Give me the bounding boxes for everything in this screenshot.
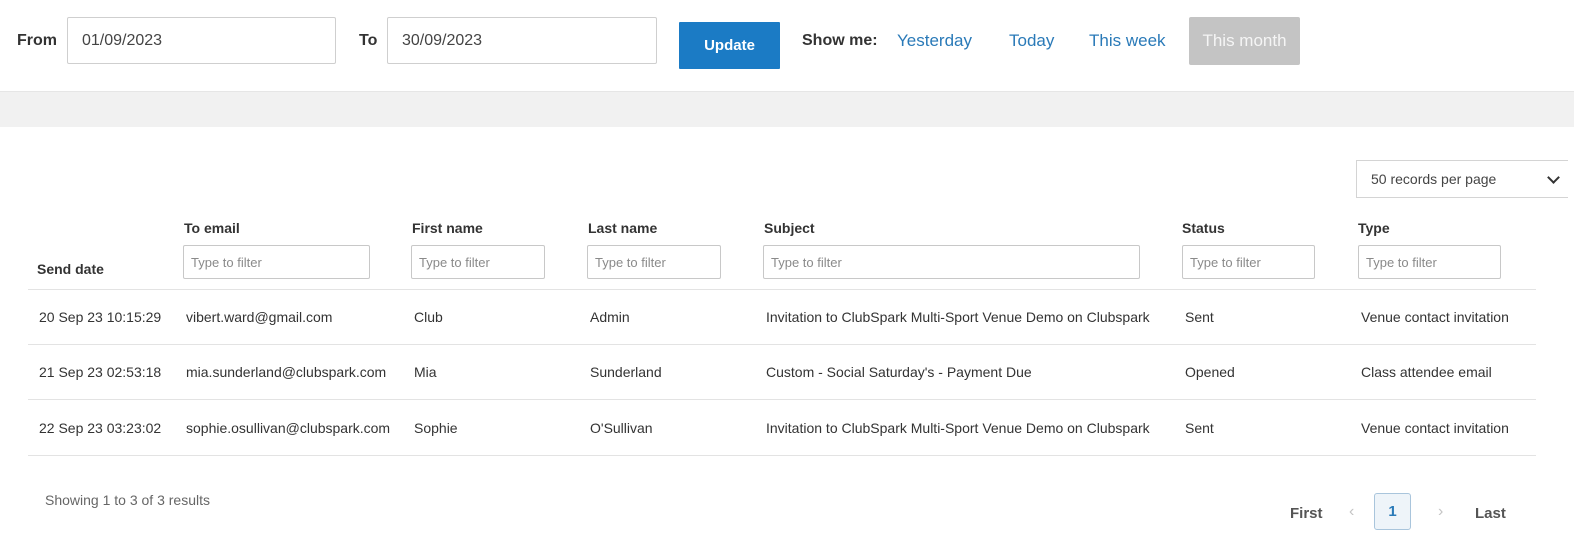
chevron-right-icon[interactable]: › — [1438, 503, 1443, 521]
row-divider — [28, 455, 1536, 456]
cell-send-date: 21 Sep 23 02:53:18 — [39, 364, 162, 380]
cell-status: Opened — [1185, 364, 1235, 380]
quick-link-this-month[interactable]: This month — [1189, 17, 1300, 65]
cell-send-date: 22 Sep 23 03:23:02 — [39, 420, 162, 436]
cell-first-name: Sophie — [414, 420, 458, 436]
cell-first-name: Mia — [414, 364, 437, 380]
cell-last-name: O'Sullivan — [590, 420, 653, 436]
records-per-page-value: 50 records per page — [1371, 171, 1497, 187]
cell-type: Class attendee email — [1361, 364, 1492, 380]
from-date-input[interactable] — [67, 17, 336, 64]
from-label: From — [17, 32, 57, 49]
cell-to-email: vibert.ward@gmail.com — [186, 309, 333, 325]
table-header-divider — [28, 289, 1536, 290]
column-header-type: Type — [1358, 220, 1390, 236]
show-me-label: Show me: — [802, 32, 878, 49]
status-filter-input[interactable] — [1182, 245, 1315, 279]
records-per-page-select[interactable]: 50 records per page — [1356, 160, 1568, 198]
cell-last-name: Sunderland — [590, 364, 662, 380]
column-header-last-name: Last name — [588, 220, 658, 236]
update-button[interactable]: Update — [679, 22, 780, 69]
cell-status: Sent — [1185, 309, 1214, 325]
quick-link-today[interactable]: Today — [1009, 31, 1054, 51]
chevron-down-icon — [1547, 171, 1560, 184]
cell-type: Venue contact invitation — [1361, 309, 1509, 325]
to-date-input[interactable] — [387, 17, 657, 64]
cell-subject: Custom - Social Saturday's - Payment Due — [766, 364, 1032, 380]
cell-first-name: Club — [414, 309, 443, 325]
first-name-filter-input[interactable] — [411, 245, 545, 279]
column-header-status: Status — [1182, 220, 1225, 236]
cell-send-date: 20 Sep 23 10:15:29 — [39, 309, 162, 325]
last-name-filter-input[interactable] — [587, 245, 721, 279]
to-label: To — [359, 32, 378, 49]
cell-subject: Invitation to ClubSpark Multi-Sport Venu… — [766, 309, 1150, 325]
section-divider-band — [0, 91, 1574, 127]
pagination-current-page[interactable]: 1 — [1374, 493, 1411, 530]
row-divider — [28, 344, 1536, 345]
column-header-first-name: First name — [412, 220, 483, 236]
cell-to-email: sophie.osullivan@clubspark.com — [186, 420, 391, 436]
type-filter-input[interactable] — [1358, 245, 1501, 279]
quick-link-yesterday[interactable]: Yesterday — [897, 31, 972, 51]
cell-to-email: mia.sunderland@clubspark.com — [186, 364, 387, 380]
quick-link-this-week[interactable]: This week — [1089, 31, 1166, 51]
column-header-to-email: To email — [184, 220, 240, 236]
column-header-subject: Subject — [764, 220, 815, 236]
pagination-first-button[interactable]: First — [1290, 505, 1323, 522]
pagination-last-button[interactable]: Last — [1475, 505, 1506, 522]
row-divider — [28, 399, 1536, 400]
chevron-left-icon[interactable]: ‹ — [1349, 503, 1354, 521]
subject-filter-input[interactable] — [763, 245, 1140, 279]
to-email-filter-input[interactable] — [183, 245, 370, 279]
cell-status: Sent — [1185, 420, 1214, 436]
column-header-send-date: Send date — [37, 261, 104, 277]
cell-type: Venue contact invitation — [1361, 420, 1509, 436]
results-summary: Showing 1 to 3 of 3 results — [45, 492, 210, 508]
cell-subject: Invitation to ClubSpark Multi-Sport Venu… — [766, 420, 1150, 436]
cell-last-name: Admin — [590, 309, 630, 325]
